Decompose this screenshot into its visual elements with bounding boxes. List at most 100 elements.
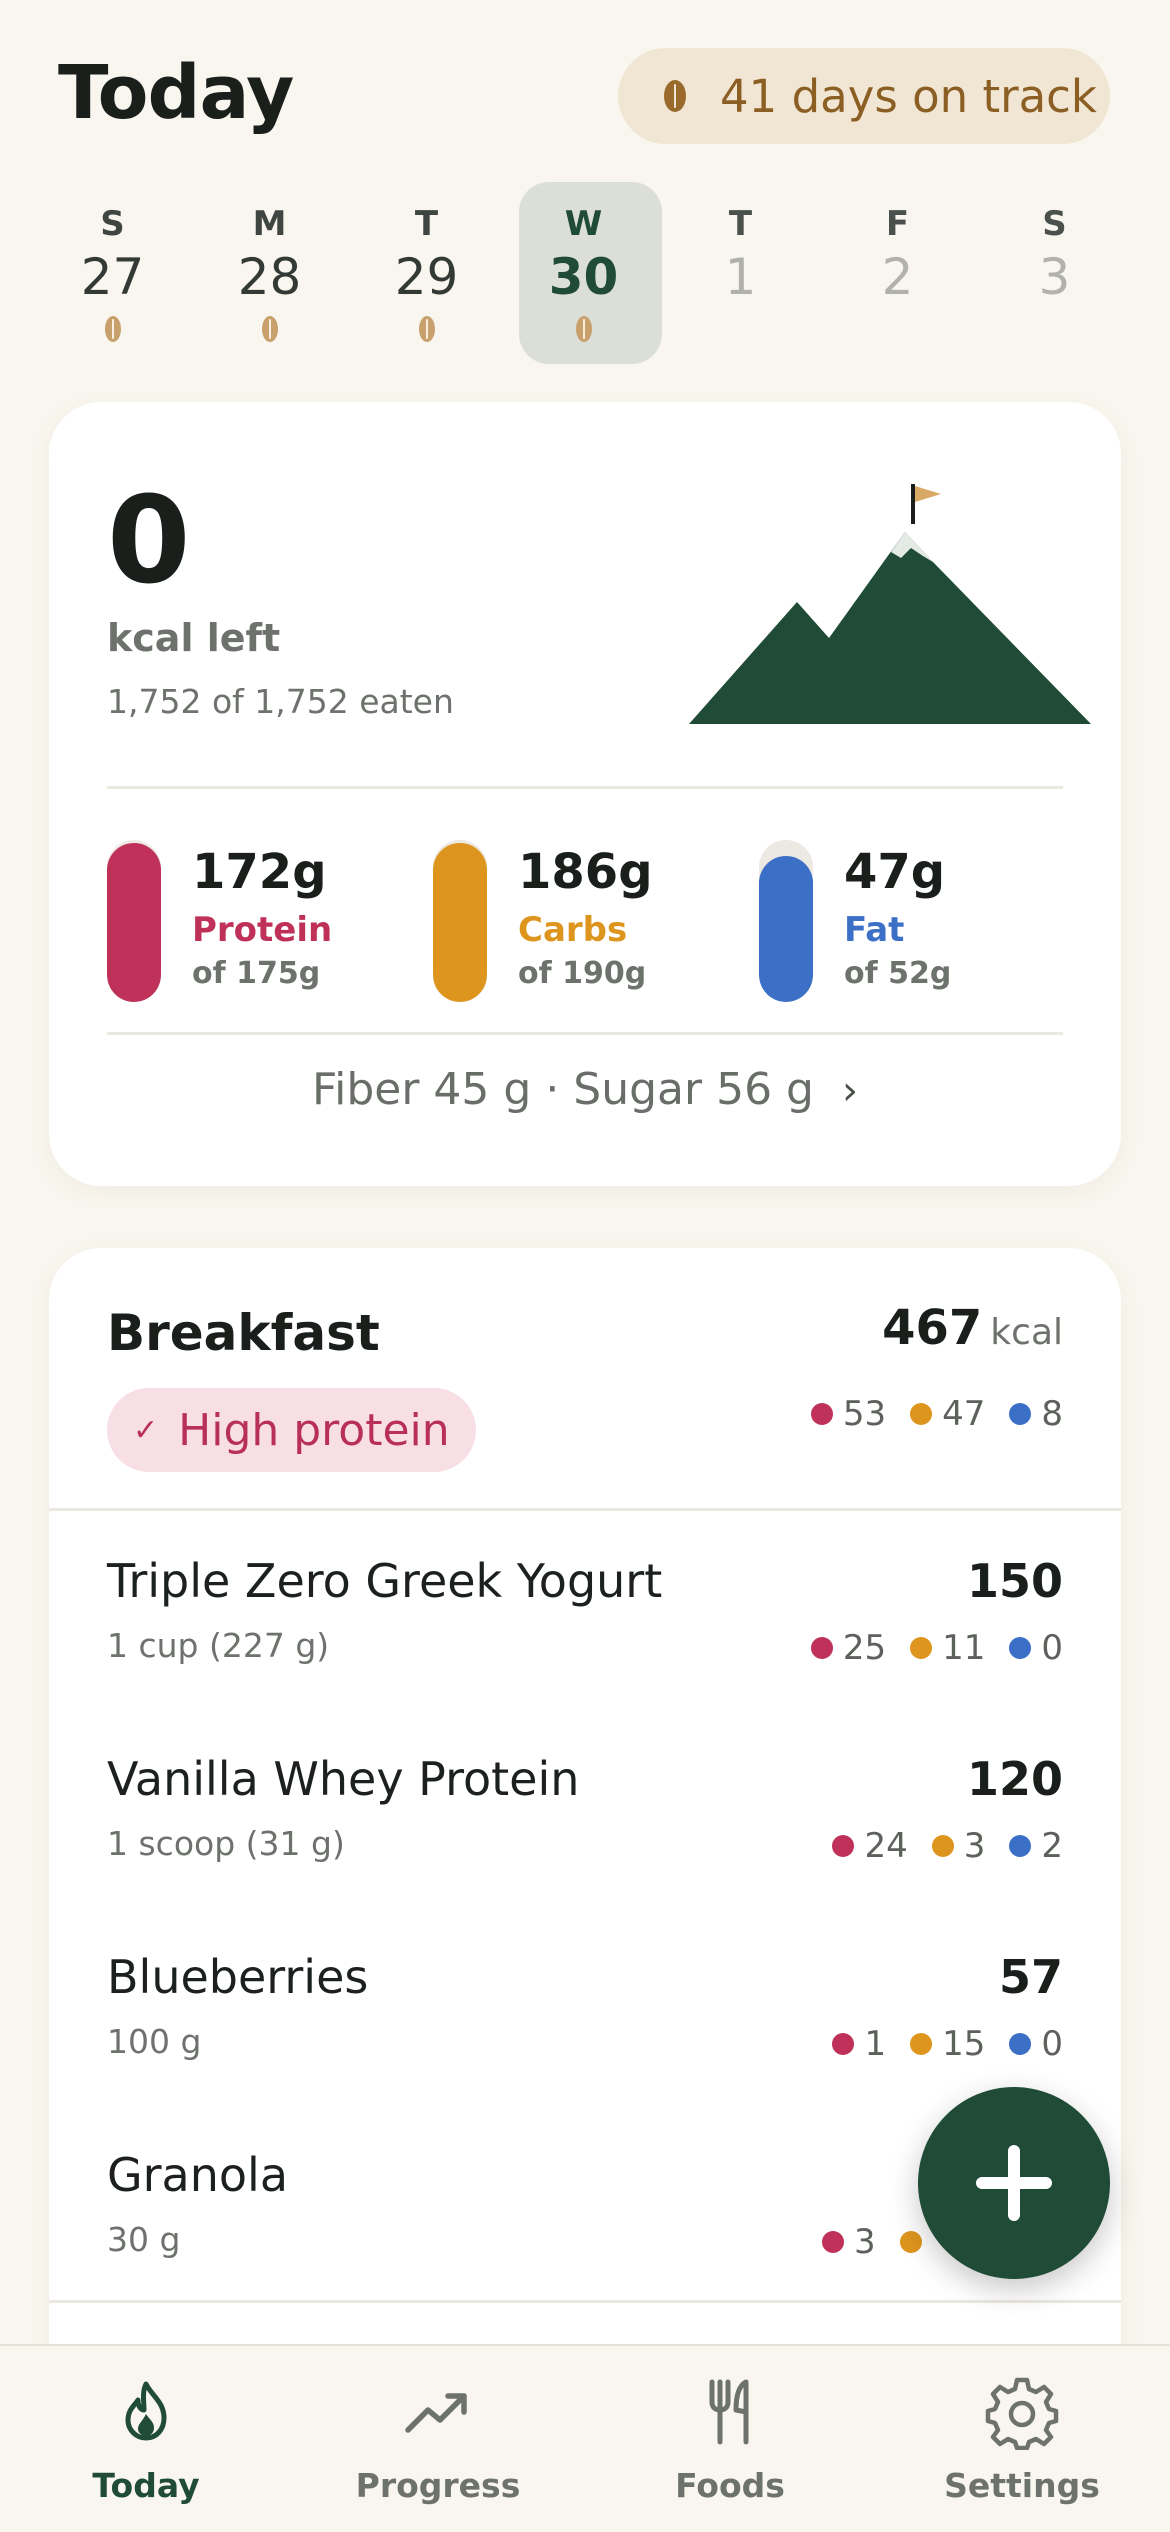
day-number: 3 [1038,248,1071,306]
protein-dot [810,1637,833,1659]
day-number: 29 [394,248,459,306]
food-serving: 1 cup (227 g) [107,1626,330,1665]
summary-divider [107,1032,1063,1035]
macro-name: Protein [192,910,333,950]
meal-divider [49,2300,1121,2303]
protein-dot [822,2231,844,2253]
protein-dot [832,2033,855,2055]
tab-progress[interactable]: Progress [292,2346,584,2532]
meal-macro-row: 53 47 8 [810,1394,1063,1434]
header: Today 41 days on track [0,0,1170,180]
food-name: Vanilla Whey Protein [107,1752,580,1806]
carbs-dot [899,2231,922,2253]
day-letter: F [885,204,910,244]
meal-kcal-unit: kcal [990,1312,1063,1353]
macro-name: Fat [844,910,905,950]
protein-value: 3 [854,2222,876,2262]
meal-title: Breakfast [107,1304,380,1362]
day-letter: S [100,204,125,244]
carbs-dot [931,1835,954,1857]
day-tue-29[interactable]: T 29 [348,182,505,366]
macro-goal: of 175g [192,956,321,991]
fat-progress-pill [759,840,813,1002]
tab-label: Today [92,2466,200,2505]
day-number: 30 [548,248,619,306]
day-letter: W [564,204,603,244]
day-wed-30[interactable]: W 30 [505,182,662,366]
tab-label: Settings [944,2466,1100,2505]
gear-icon [985,2377,1059,2450]
macro-amount: 172g [192,844,327,900]
kcal-left-value: 0 [107,472,191,611]
food-kcal: 120 [966,1752,1063,1806]
carbs-value: 15 [942,2024,986,2064]
food-name: Granola [107,2148,289,2202]
fat-dot [1009,1637,1032,1659]
day-letter: M [252,204,287,244]
tag-label: High protein [178,1404,450,1456]
food-macro-row: 24 3 2 [832,1826,1063,1866]
food-serving: 30 g [107,2220,181,2259]
food-serving: 1 scoop (31 g) [107,1824,345,1863]
fiber-sugar-link[interactable]: Fiber 45 g · Sugar 56 g › [49,1064,1121,1115]
fat-value: 0 [1041,2024,1063,2064]
protein-value: 24 [864,1826,908,1866]
flame-icon [125,2381,167,2441]
protein-dot [810,1403,833,1425]
day-sun-27[interactable]: S 27 [34,182,191,366]
meal-card-breakfast: Breakfast 467 kcal 53 47 8 ✓ High protein… [49,1248,1121,2532]
food-item[interactable]: Blueberries 100 g 57 1 15 0 [49,1906,1121,2104]
protein-dot [832,1835,855,1857]
food-item[interactable]: Triple Zero Greek Yogurt 1 cup (227 g) 1… [49,1510,1121,1708]
tab-foods[interactable]: Foods [584,2346,876,2532]
tab-today[interactable]: Today [0,2346,292,2532]
macro-name: Carbs [518,910,628,950]
kcal-left-label: kcal left [107,616,281,660]
carbs-value: 11 [942,1628,986,1668]
coffee-bean-icon [664,80,686,112]
protein-value: 53 [842,1394,887,1434]
fat-value: 0 [1041,1628,1063,1668]
food-macro-row: 25 11 0 [810,1628,1063,1668]
macro-goal: of 190g [518,956,647,991]
day-sat-3[interactable]: S 3 [976,182,1133,366]
coffee-bean-icon [261,316,278,342]
protein-progress-pill [107,840,161,1002]
macro-fat[interactable]: 47g Fat of 52g [759,836,1079,1006]
food-name: Triple Zero Greek Yogurt [107,1554,663,1608]
meal-kcal: 467 kcal [882,1300,1063,1356]
tab-settings[interactable]: Settings [876,2346,1168,2532]
macro-breakdown: 172g Protein of 175g 186g Carbs of 190g … [107,836,1067,1006]
fat-dot [1009,1403,1032,1425]
protein-value: 1 [864,2024,887,2064]
macro-carbs[interactable]: 186g Carbs of 190g [433,836,753,1006]
day-number: 1 [724,248,757,306]
fat-value: 8 [1041,1394,1063,1434]
day-thu-1[interactable]: T 1 [662,182,819,366]
fat-value: 2 [1041,1826,1063,1866]
chevron-right-icon: › [841,1068,858,1114]
macro-amount: 186g [518,844,653,900]
day-letter: S [1042,204,1067,244]
coffee-bean-icon [418,316,435,342]
fork-knife-icon [709,2379,749,2445]
day-number: 28 [237,248,302,306]
trend-up-icon [405,2393,467,2433]
daily-summary-card: 0 kcal left 1,752 of 1,752 eaten 172g Pr… [49,402,1121,1186]
summary-divider [107,786,1063,789]
food-item[interactable]: Vanilla Whey Protein 1 scoop (31 g) 120 … [49,1708,1121,1906]
day-fri-2[interactable]: F 2 [819,182,976,366]
day-number: 27 [80,248,145,306]
add-food-button[interactable] [918,2087,1110,2279]
bottom-tab-bar: Today Progress Foods Settings [0,2344,1170,2532]
streak-badge[interactable]: 41 days on track [618,48,1110,144]
food-kcal: 57 [998,1950,1063,2004]
carbs-dot [910,1637,933,1659]
streak-label: 41 days on track [720,69,1097,123]
tab-label: Foods [675,2466,785,2505]
day-mon-28[interactable]: M 28 [191,182,348,366]
tab-label: Progress [355,2466,521,2505]
carbs-value: 3 [963,1826,986,1866]
food-serving: 100 g [107,2022,202,2061]
macro-protein[interactable]: 172g Protein of 175g [107,836,427,1006]
